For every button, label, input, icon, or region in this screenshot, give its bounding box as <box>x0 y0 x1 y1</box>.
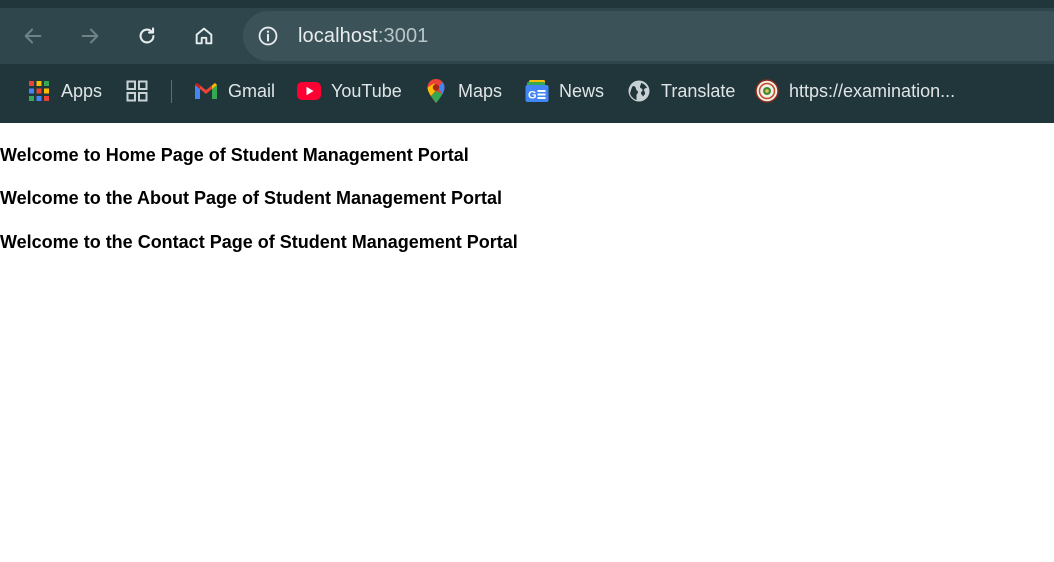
back-button[interactable] <box>19 22 47 50</box>
bookmark-news[interactable]: G News <box>525 72 604 110</box>
home-icon <box>195 27 213 45</box>
bookmark-maps[interactable]: Maps <box>424 72 502 110</box>
bookmark-apps[interactable]: Apps <box>27 72 102 110</box>
forward-button[interactable] <box>76 22 104 50</box>
bookmark-label: Maps <box>458 80 503 101</box>
bookmarks-divider <box>171 80 172 103</box>
reload-button[interactable] <box>133 22 161 50</box>
globe-icon <box>627 79 651 103</box>
news-icon: G <box>525 79 549 103</box>
url-host: localhost <box>298 25 378 47</box>
page-content: Welcome to Home Page of Student Manageme… <box>0 123 1054 562</box>
reload-icon <box>139 27 155 44</box>
bookmark-examination[interactable]: https://examination... <box>755 72 955 110</box>
bookmark-tab-groups[interactable] <box>125 72 149 110</box>
bookmark-label: Gmail <box>228 80 276 101</box>
bookmark-label: Apps <box>61 80 103 101</box>
about-heading: Welcome to the About Page of Student Man… <box>0 188 503 208</box>
site-emblem-icon <box>755 79 779 103</box>
bookmark-label: News <box>559 80 605 101</box>
browser-chrome: localhost:3001 Apps Gmail YouTube Maps G… <box>0 0 1054 123</box>
address-bar[interactable]: localhost:3001 <box>243 11 1054 61</box>
bookmark-label: https://examination... <box>789 80 956 101</box>
browser-toolbar: localhost:3001 <box>0 8 1054 64</box>
gmail-icon <box>194 79 218 103</box>
bookmark-youtube[interactable]: YouTube <box>297 72 402 110</box>
bookmark-gmail[interactable]: Gmail <box>194 72 275 110</box>
bookmarks-bar: Apps Gmail YouTube Maps G News Translate… <box>0 72 1054 110</box>
arrow-right-icon <box>81 28 99 44</box>
bookmark-label: YouTube <box>331 80 402 101</box>
url-port: :3001 <box>377 25 429 47</box>
url-text: localhost:3001 <box>298 24 428 48</box>
bookmark-translate[interactable]: Translate <box>627 72 735 110</box>
home-heading: Welcome to Home Page of Student Manageme… <box>0 145 469 165</box>
contact-heading: Welcome to the Contact Page of Student M… <box>0 232 518 252</box>
maps-icon <box>424 79 448 103</box>
arrow-left-icon <box>24 28 42 44</box>
tab-groups-icon <box>125 79 149 103</box>
bookmark-label: Translate <box>661 80 736 101</box>
home-button[interactable] <box>190 22 218 50</box>
svg-text:G: G <box>528 90 537 102</box>
site-info-icon[interactable] <box>256 24 280 48</box>
youtube-icon <box>297 79 321 103</box>
apps-grid-icon <box>27 79 51 103</box>
